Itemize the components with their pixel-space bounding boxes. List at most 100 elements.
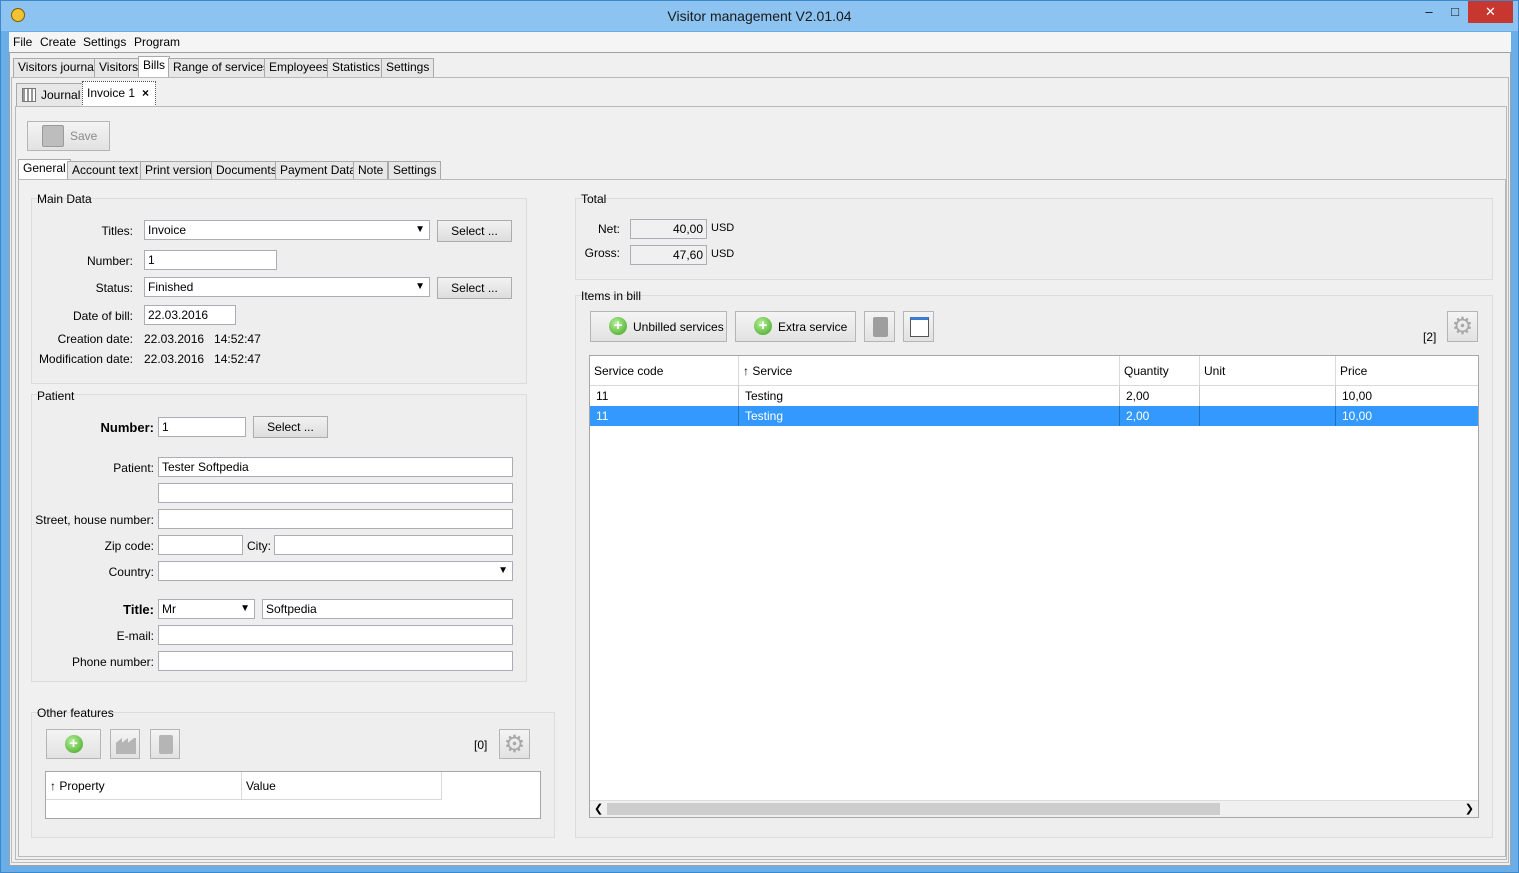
column-header-service-code[interactable]: Service code — [590, 356, 739, 386]
chevron-down-icon: ▼ — [415, 281, 425, 292]
column-header-price[interactable]: Price — [1336, 356, 1478, 386]
patient-legend: Patient — [37, 389, 75, 403]
items-legend: Items in bill — [581, 289, 642, 303]
zip-code-field[interactable] — [158, 535, 243, 555]
title-text-field[interactable]: Softpedia — [262, 599, 513, 619]
chevron-down-icon: ▼ — [415, 224, 425, 235]
cell-price: 10,00 — [1342, 389, 1373, 403]
titles-select[interactable]: Invoice ▼ — [144, 220, 430, 240]
tab-invoice-1[interactable]: Invoice 1 × — [82, 81, 157, 107]
subtab-settings[interactable]: Settings — [388, 161, 442, 180]
tab-visitors-journal[interactable]: Visitors journal — [13, 58, 102, 77]
date-of-bill-field[interactable]: 22.03.2016 — [144, 305, 236, 325]
maximize-button[interactable]: □ — [1442, 1, 1468, 23]
subtab-payment-data[interactable]: Payment Data — [275, 161, 362, 180]
features-table: ↑ Property Value — [45, 771, 541, 819]
scroll-right-icon[interactable]: ❯ — [1465, 802, 1474, 815]
status-select-button[interactable]: Select ... — [437, 277, 512, 299]
minimize-button[interactable]: – — [1416, 1, 1442, 23]
cell-service: Testing — [739, 406, 1120, 426]
modification-date-value: 22.03.2016 14:52:47 — [144, 352, 261, 366]
gross-label: Gross: — [584, 246, 620, 260]
cell-unit — [1200, 406, 1336, 426]
patient-name-extra-field[interactable] — [158, 483, 513, 503]
street-field[interactable] — [158, 509, 513, 529]
tab-employees[interactable]: Employees — [264, 58, 334, 77]
tab-visitors[interactable]: Visitors — [94, 58, 144, 77]
zip-code-label: Zip code: — [104, 539, 154, 553]
patient-name-label: Patient: — [113, 461, 154, 475]
delete-feature-button[interactable] — [150, 729, 180, 759]
tab-settings[interactable]: Settings — [381, 58, 435, 77]
subtab-print-version[interactable]: Print version — [140, 161, 217, 180]
status-label: Status: — [95, 281, 133, 295]
menu-create[interactable]: Create — [40, 35, 76, 49]
subtab-note[interactable]: Note — [353, 161, 389, 180]
tab-statistics[interactable]: Statistics — [327, 58, 386, 77]
patient-number-field[interactable]: 1 — [158, 417, 246, 437]
other-features-legend: Other features — [37, 706, 114, 720]
tab-bills[interactable]: Bills — [138, 56, 171, 77]
horizontal-scrollbar[interactable]: ❮ ❯ — [590, 800, 1478, 817]
gross-currency: USD — [711, 248, 735, 260]
table-row[interactable]: 11 Testing 2,00 10,00 — [590, 386, 1478, 406]
column-header-value[interactable]: Value — [242, 772, 442, 800]
patient-name-field[interactable]: Tester Softpedia — [158, 457, 513, 477]
close-button[interactable]: ✕ — [1468, 1, 1513, 23]
country-label: Country: — [108, 565, 154, 579]
delete-item-button[interactable] — [864, 311, 895, 342]
menu-program[interactable]: Program — [134, 35, 180, 49]
column-header-service[interactable]: ↑ Service — [739, 356, 1120, 386]
title-bar: Visitor management V2.01.04 – □ ✕ — [1, 1, 1518, 31]
title-label: Title: — [123, 602, 154, 617]
titles-select-button[interactable]: Select ... — [437, 220, 512, 242]
save-button-label: Save — [70, 129, 98, 143]
add-feature-button[interactable]: + — [46, 729, 101, 759]
edit-document-icon — [910, 317, 929, 337]
titles-select-value: Invoice — [148, 223, 187, 237]
cell-service-code: 11 — [590, 386, 739, 406]
save-button[interactable]: Save — [27, 121, 110, 151]
items-settings-button[interactable]: ⚙ — [1447, 311, 1478, 342]
menu-settings[interactable]: Settings — [83, 35, 126, 49]
close-tab-icon[interactable]: × — [142, 82, 149, 104]
email-field[interactable] — [158, 625, 513, 645]
subtab-account-text[interactable]: Account text — [67, 161, 144, 180]
scroll-left-icon[interactable]: ❮ — [594, 802, 603, 815]
add-icon: + — [609, 317, 627, 335]
patient-number-label: Number: — [100, 420, 154, 435]
patient-select-button[interactable]: Select ... — [253, 416, 328, 438]
scrollbar-thumb[interactable] — [607, 803, 1220, 815]
tab-range-of-services[interactable]: Range of services — [168, 58, 275, 77]
title-select[interactable]: Mr ▼ — [158, 599, 255, 619]
tab-journal[interactable]: Journal — [16, 83, 86, 107]
features-settings-button[interactable]: ⚙ — [499, 729, 530, 759]
client-area: Visitors journal Visitors Bills Range of… — [9, 52, 1511, 866]
unbilled-services-button[interactable]: + Unbilled services — [590, 311, 727, 342]
status-select[interactable]: Finished ▼ — [144, 277, 430, 297]
extra-service-button[interactable]: + Extra service — [735, 311, 856, 342]
subtab-documents[interactable]: Documents — [211, 161, 282, 180]
phone-field[interactable] — [158, 651, 513, 671]
net-currency: USD — [711, 222, 735, 234]
tab-invoice-label: Invoice 1 — [87, 86, 136, 100]
extra-service-label: Extra service — [778, 320, 848, 334]
edit-feature-button[interactable] — [110, 729, 140, 759]
creation-date-label: Creation date: — [57, 332, 133, 346]
window-title: Visitor management V2.01.04 — [667, 8, 852, 24]
city-field[interactable] — [274, 535, 513, 555]
table-row[interactable]: 11 Testing 2,00 10,00 — [590, 406, 1478, 426]
edit-item-button[interactable] — [903, 311, 934, 342]
number-field[interactable]: 1 — [144, 250, 277, 270]
bills-panel: Journal Invoice 1 × Save General Account… — [11, 77, 1509, 863]
main-data-legend: Main Data — [37, 192, 92, 206]
status-select-value: Finished — [148, 280, 194, 294]
column-header-property[interactable]: ↑ Property — [46, 772, 242, 800]
column-header-unit[interactable]: Unit — [1200, 356, 1336, 386]
menu-file[interactable]: File — [13, 35, 32, 49]
country-select[interactable]: ▼ — [158, 561, 513, 581]
add-icon: + — [64, 735, 83, 753]
column-header-quantity[interactable]: Quantity — [1120, 356, 1200, 386]
subtab-general[interactable]: General — [18, 159, 71, 180]
trash-icon — [873, 317, 888, 337]
